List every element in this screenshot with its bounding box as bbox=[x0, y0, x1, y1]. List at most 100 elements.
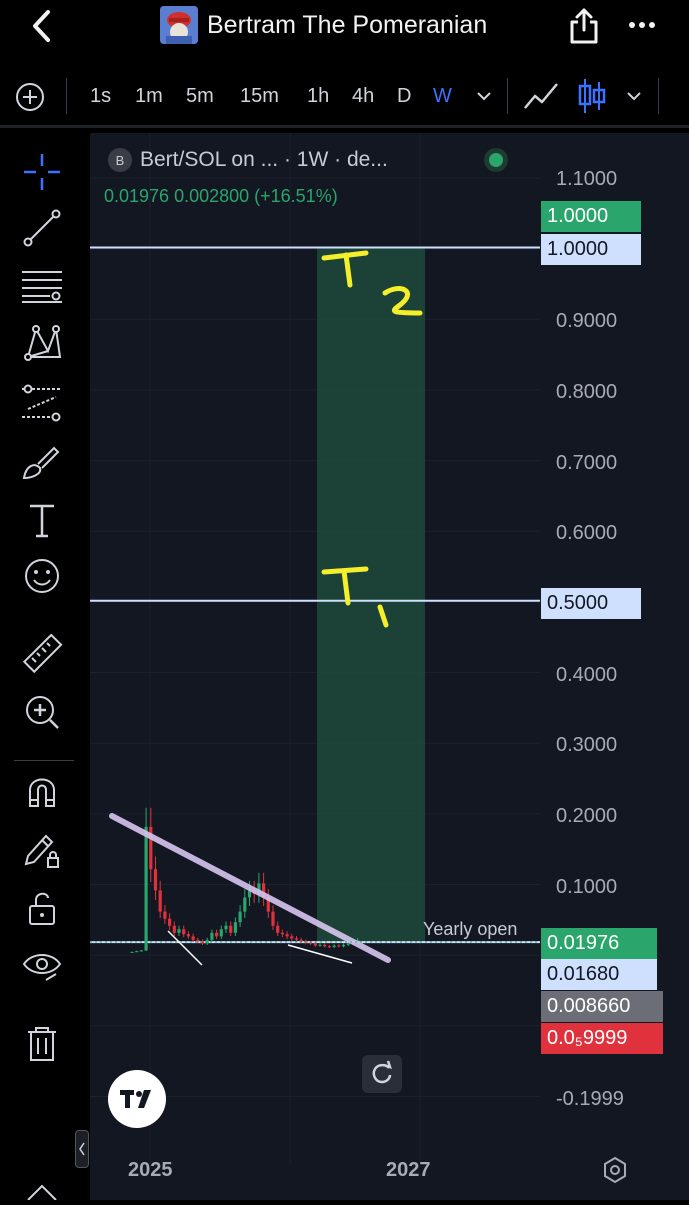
page-title: Bertram The Pomeranian bbox=[207, 11, 488, 39]
settings-icon[interactable] bbox=[600, 1155, 630, 1185]
timeframe-1h[interactable]: 1h bbox=[307, 83, 329, 109]
timeframe-1s[interactable]: 1s bbox=[90, 83, 111, 109]
line-chart-icon[interactable] bbox=[522, 78, 560, 114]
candle bbox=[323, 944, 327, 947]
ohlc-values: 0.01976 0.002800 (+16.51%) bbox=[104, 186, 338, 206]
price-label-target: 1.0000 bbox=[541, 201, 641, 232]
y-tick: 0.1000 bbox=[556, 876, 618, 898]
ruler-icon[interactable] bbox=[20, 633, 64, 674]
trend-line-icon[interactable] bbox=[20, 208, 64, 248]
unlock-icon[interactable] bbox=[20, 888, 64, 928]
tradingview-logo[interactable] bbox=[108, 1070, 166, 1128]
candle bbox=[313, 943, 317, 946]
fib-icon[interactable] bbox=[20, 266, 64, 306]
candle bbox=[224, 925, 228, 930]
candle bbox=[153, 869, 158, 891]
brush-icon[interactable] bbox=[20, 442, 64, 482]
candle bbox=[337, 945, 341, 947]
toolbar-divider bbox=[658, 78, 659, 114]
candle bbox=[290, 936, 294, 939]
candle bbox=[168, 918, 172, 926]
yearly-open-label: Yearly open bbox=[423, 919, 518, 939]
magnet-icon[interactable] bbox=[20, 772, 64, 812]
y-tick: 0.4000 bbox=[556, 664, 618, 686]
zoom-in-icon[interactable] bbox=[20, 692, 64, 732]
price-label-grey: 0.008660 bbox=[541, 991, 663, 1022]
candle bbox=[135, 951, 139, 953]
candle bbox=[318, 944, 322, 946]
y-tick: -0.1999 bbox=[556, 1088, 624, 1110]
candle bbox=[229, 925, 233, 933]
chevron-up-icon[interactable] bbox=[20, 1180, 64, 1201]
candle bbox=[238, 911, 242, 923]
chevron-down-icon[interactable] bbox=[624, 86, 644, 106]
candle bbox=[219, 929, 223, 937]
eye-icon[interactable] bbox=[20, 946, 64, 986]
timeframe-d[interactable]: D bbox=[397, 83, 411, 109]
plus-circle-icon[interactable] bbox=[14, 81, 46, 113]
toolbar-divider bbox=[66, 78, 67, 114]
candle bbox=[309, 942, 313, 944]
tool-divider bbox=[14, 760, 74, 761]
target-zone bbox=[317, 247, 425, 943]
share-icon[interactable] bbox=[566, 6, 602, 46]
candle bbox=[191, 936, 195, 940]
collapse-toolbar-button[interactable] bbox=[75, 1130, 89, 1168]
y-tick: 1.1000 bbox=[556, 168, 618, 190]
candle bbox=[299, 939, 303, 942]
candle bbox=[215, 932, 219, 937]
candle bbox=[196, 939, 200, 942]
candle bbox=[158, 890, 162, 912]
more-icon[interactable] bbox=[622, 10, 662, 40]
reset-chart-icon[interactable] bbox=[362, 1055, 402, 1093]
candle bbox=[210, 932, 214, 940]
price-label-line-low[interactable]: 0.01680 bbox=[541, 959, 657, 990]
candle bbox=[271, 911, 275, 926]
timeframe-5m[interactable]: 5m bbox=[186, 83, 214, 109]
candle bbox=[285, 934, 289, 937]
pattern-icon[interactable] bbox=[20, 323, 64, 363]
x-tick: 2025 bbox=[128, 1159, 173, 1181]
y-tick: 0.6000 bbox=[556, 522, 618, 544]
prediction-icon[interactable] bbox=[20, 383, 64, 423]
candle bbox=[172, 925, 176, 933]
chevron-left-icon[interactable] bbox=[26, 8, 60, 44]
text-icon[interactable] bbox=[20, 500, 64, 540]
timeframe-15m[interactable]: 15m bbox=[240, 83, 279, 109]
symbol-title[interactable]: Bert/SOL on ... · 1W · de... bbox=[140, 146, 388, 174]
x-tick: 2027 bbox=[386, 1159, 431, 1181]
candle bbox=[177, 929, 181, 933]
candle bbox=[139, 950, 143, 952]
symbol-badge: B bbox=[116, 153, 125, 168]
price-label-red: 0.0₅9999 bbox=[541, 1023, 663, 1054]
y-tick: 0.2000 bbox=[556, 805, 618, 827]
candle bbox=[243, 897, 247, 912]
candle bbox=[327, 946, 331, 948]
chevron-down-icon[interactable] bbox=[474, 86, 494, 106]
timeframe-1m[interactable]: 1m bbox=[135, 83, 163, 109]
toolbar-divider bbox=[507, 78, 508, 114]
candle bbox=[144, 826, 148, 951]
lock-drawing-icon[interactable] bbox=[20, 830, 64, 870]
candle bbox=[182, 929, 186, 935]
candle bbox=[341, 944, 346, 947]
candle bbox=[276, 925, 280, 933]
timeframe-w[interactable]: W bbox=[433, 83, 452, 109]
y-tick: 0.9000 bbox=[556, 310, 618, 332]
candles-icon[interactable] bbox=[576, 76, 608, 116]
y-tick: 0.7000 bbox=[556, 452, 618, 474]
price-label-current: 0.01976 bbox=[541, 928, 657, 959]
y-tick: 0.3000 bbox=[556, 734, 618, 756]
trash-icon[interactable] bbox=[20, 1024, 64, 1064]
crosshair-icon[interactable] bbox=[20, 152, 64, 192]
candle bbox=[130, 951, 134, 953]
timeframe-4h[interactable]: 4h bbox=[352, 83, 374, 109]
emoji-icon[interactable] bbox=[20, 556, 64, 596]
avatar bbox=[160, 6, 198, 44]
price-label-line-top[interactable]: 1.0000 bbox=[541, 234, 641, 265]
trend-line-minor bbox=[287, 944, 353, 964]
y-tick: 0.8000 bbox=[556, 381, 618, 403]
candle bbox=[163, 911, 167, 919]
candle bbox=[294, 938, 299, 940]
price-label-line-mid[interactable]: 0.5000 bbox=[541, 588, 641, 619]
